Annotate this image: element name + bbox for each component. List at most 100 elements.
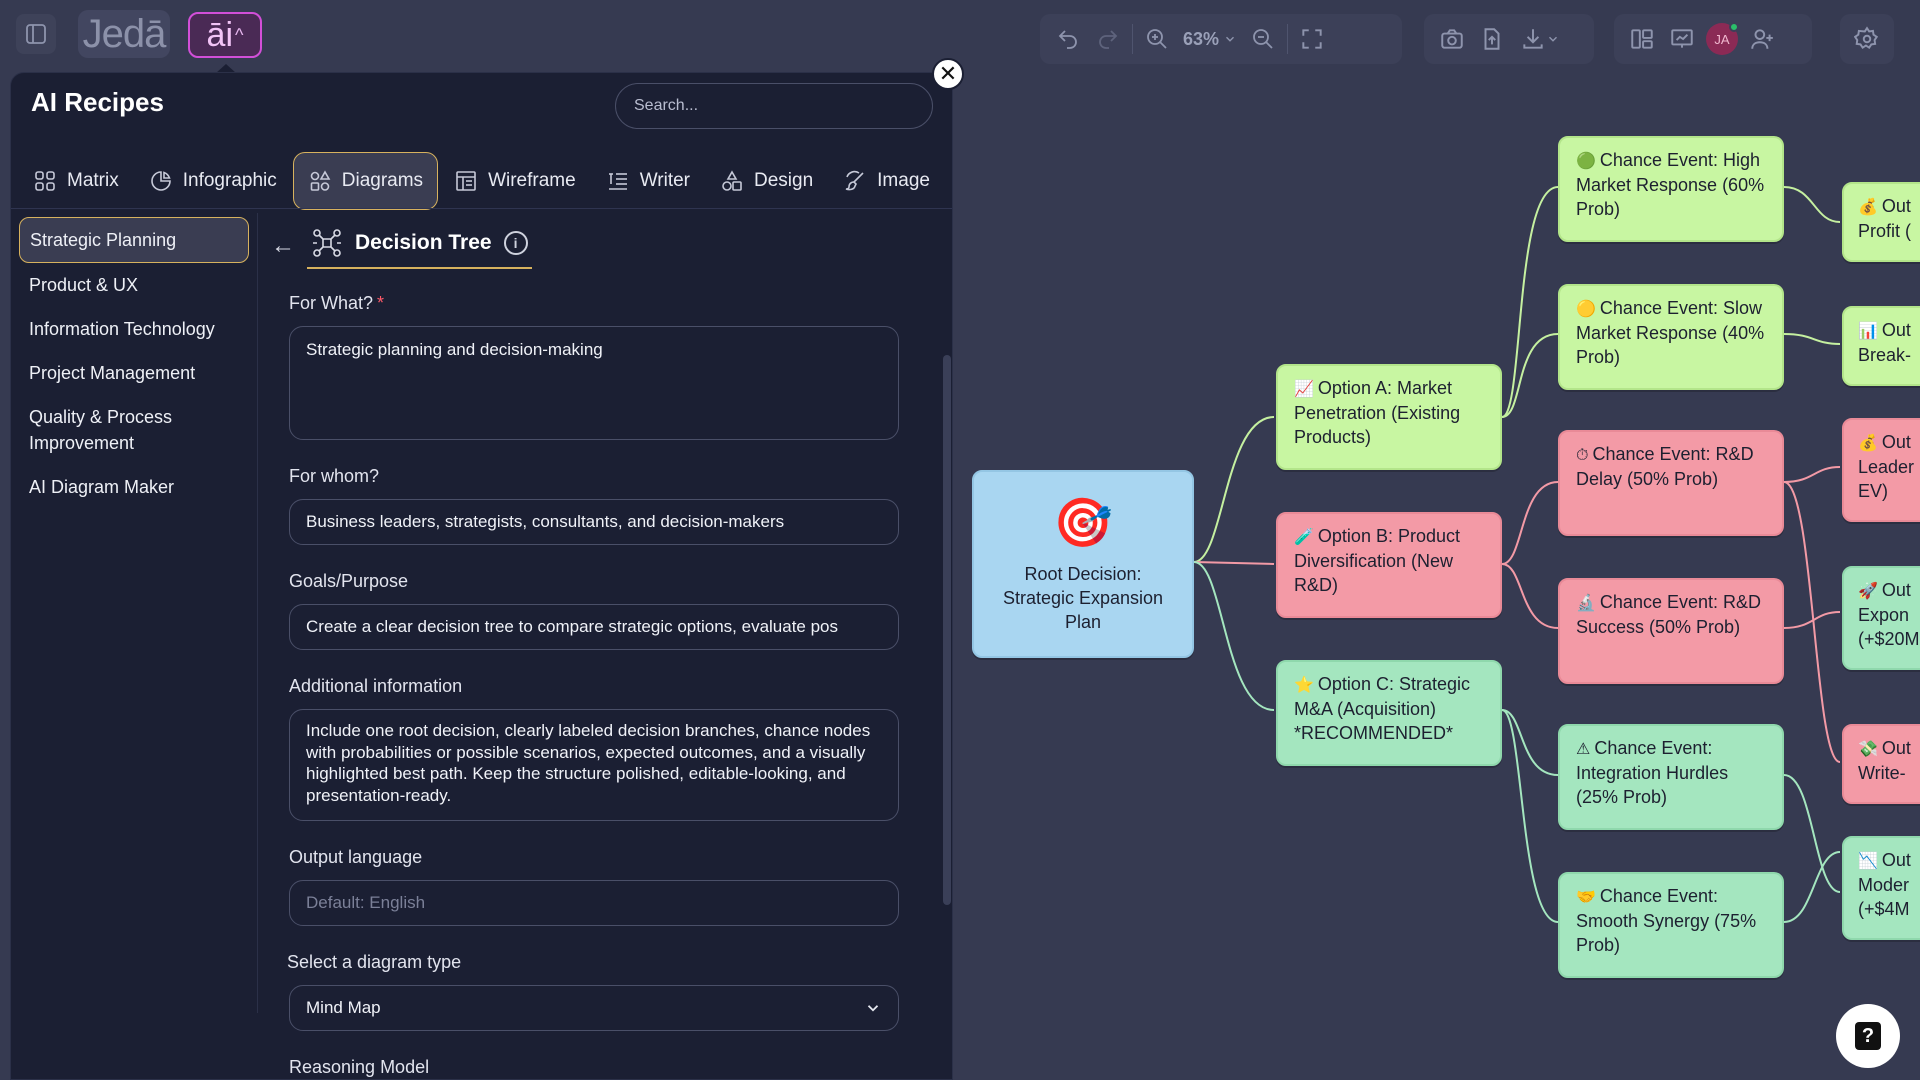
diagram-canvas[interactable]: 🎯 Root Decision: Strategic Expansion Pla… [954,72,1920,1080]
for-what-label-text: For What? [289,293,374,313]
chance-event-text: Chance Event: Slow Market Response (40% … [1576,298,1765,367]
option-node[interactable]: ⭐ Option C: Strategic M&A (Acquisition) *… [1276,660,1502,766]
outcome-node[interactable]: 💰 Out Leader EV) [1842,418,1920,522]
chance-event-node[interactable]: 🔬 Chance Event: R&D Success (50% Prob) [1558,578,1784,684]
category-quality-process[interactable]: Quality & Process Improvement [19,395,219,465]
outcome-node[interactable]: 📊 Out Break- [1842,306,1920,386]
test-tube-icon: 🧪 [1294,527,1314,546]
search-input[interactable] [615,83,933,129]
for-what-label: For What? * [289,293,911,314]
goals-label: Goals/Purpose [289,571,409,591]
chevron-down-icon [867,1005,879,1012]
sidebar-icon [26,24,46,44]
for-what-field[interactable]: Strategic planning and decision-making [289,326,899,440]
fit-screen-button[interactable] [1292,19,1332,59]
additional-info-label: Additional information [289,676,463,696]
category-information-technology[interactable]: Information Technology [19,307,249,351]
screenshot-button[interactable] [1432,19,1472,59]
option-node[interactable]: 📈 Option A: Market Penetration (Existing … [1276,364,1502,470]
form-scrollbar[interactable] [943,355,951,905]
tab-wireframe[interactable]: Wireframe [440,152,590,210]
tab-diagrams[interactable]: Diagrams [292,152,439,210]
bar-chart-icon: 📊 [1858,321,1878,340]
diagram-type-select[interactable]: Mind Map [289,985,899,1031]
pie-chart-icon [149,169,173,193]
tab-infographic[interactable]: Infographic [135,152,291,210]
yellow-circle-icon: 🟡 [1576,299,1596,318]
star-icon: ⭐ [1294,675,1314,694]
additional-info-field[interactable]: Include one root decision, clearly label… [289,709,899,821]
outcome-node[interactable]: 📉 Out Moder (+$4M [1842,836,1920,940]
zoom-level-dropdown[interactable]: 63% [1177,29,1243,50]
chance-event-node[interactable]: 🤝 Chance Event: Smooth Synergy (75% Prob) [1558,872,1784,978]
settings-button[interactable] [1847,19,1887,59]
recipe-name: Decision Tree [355,231,492,254]
outcome-text: Write- [1858,763,1906,783]
option-node[interactable]: 🧪 Option B: Product Diversification (New … [1276,512,1502,618]
outcome-text: (+$4M [1858,899,1910,919]
outcome-text: Break- [1858,345,1912,365]
outcome-node[interactable]: 💸 Out Write- [1842,724,1920,804]
avatar-initials: JA [1714,31,1730,47]
category-strategic-planning[interactable]: Strategic Planning [19,217,249,263]
chance-event-text: Chance Event: Smooth Synergy (75% Prob) [1576,886,1757,955]
chance-event-node[interactable]: 🟢 Chance Event: High Market Response (60%… [1558,136,1784,242]
sidebar-toggle-button[interactable] [16,14,56,54]
present-button[interactable] [1662,19,1702,59]
stopwatch-icon: ⏱ [1576,445,1589,464]
recipe-category-tabs: Matrix Infographic Diagrams Wireframe Wr… [19,151,946,211]
zoom-in-button[interactable] [1137,19,1177,59]
chance-event-node[interactable]: 🟡 Chance Event: Slow Market Response (40%… [1558,284,1784,390]
app-logo[interactable]: Jedā [78,10,170,58]
chance-event-node[interactable]: ⏱ Chance Event: R&D Delay (50% Prob) [1558,430,1784,536]
green-circle-icon: 🟢 [1576,151,1596,170]
redo-button[interactable] [1088,19,1128,59]
toolbar-divider [1287,24,1289,54]
back-arrow-icon[interactable]: ← [271,232,295,260]
wireframe-icon [454,169,478,193]
recipe-tab-decision-tree[interactable]: Decision Tree i [307,223,532,269]
outcome-text: Out [1881,432,1911,452]
recipe-header: ← Decision Tree i [271,223,532,269]
category-project-management[interactable]: Project Management [19,351,249,395]
chance-event-node[interactable]: ⚠ Chance Event: Integration Hurdles (25% … [1558,724,1784,830]
download-button[interactable] [1512,19,1568,59]
help-button[interactable]: ? [1836,1004,1900,1068]
diagram-type-label: Select a diagram type [287,952,462,972]
gear-icon [1854,26,1879,50]
info-icon[interactable]: i [503,231,528,255]
category-product-ux[interactable]: Product & UX [19,263,249,307]
goals-field[interactable]: Create a clear decision tree to compare … [289,604,899,650]
outcome-node[interactable]: 💰 Out Profit ( [1842,182,1920,262]
warning-icon: ⚠ [1576,739,1591,758]
layout-button[interactable] [1622,19,1662,59]
collaboration-group: JA [1614,14,1812,64]
online-status-dot [1729,22,1739,32]
text-lines-icon [606,169,630,193]
outcome-node[interactable]: 🚀 Out Expon (+$20M [1842,566,1920,670]
tab-image[interactable]: Image [829,152,944,210]
close-panel-button[interactable]: ✕ [932,58,964,90]
for-whom-field[interactable]: Business leaders, strategists, consultan… [289,499,899,545]
tab-writer[interactable]: Writer [592,152,704,210]
output-language-field[interactable]: Default: English [289,880,899,926]
root-decision-node[interactable]: 🎯 Root Decision: Strategic Expansion Pla… [972,470,1194,658]
zoom-out-button[interactable] [1243,19,1283,59]
category-ai-diagram-maker[interactable]: AI Diagram Maker [19,465,249,509]
chance-event-text: Chance Event: Integration Hurdles (25% P… [1576,738,1729,807]
tab-design[interactable]: Design [706,152,827,210]
outcome-text: Out [1881,196,1911,216]
brush-icon [843,169,867,193]
ai-label: āi [206,15,233,54]
share-user-button[interactable] [1742,19,1782,59]
upload-button[interactable] [1472,19,1512,59]
user-avatar-button[interactable]: JA [1702,19,1742,59]
outcome-text: Out [1881,580,1911,600]
matrix-icon [33,169,57,193]
undo-button[interactable] [1048,19,1088,59]
add-user-icon [1751,29,1773,49]
outcome-text: Profit ( [1858,221,1912,241]
recipe-form: For What? * Strategic planning and decisi… [287,293,911,1080]
tab-matrix[interactable]: Matrix [19,152,133,210]
ai-recipes-button[interactable]: āi ^ [188,12,262,58]
